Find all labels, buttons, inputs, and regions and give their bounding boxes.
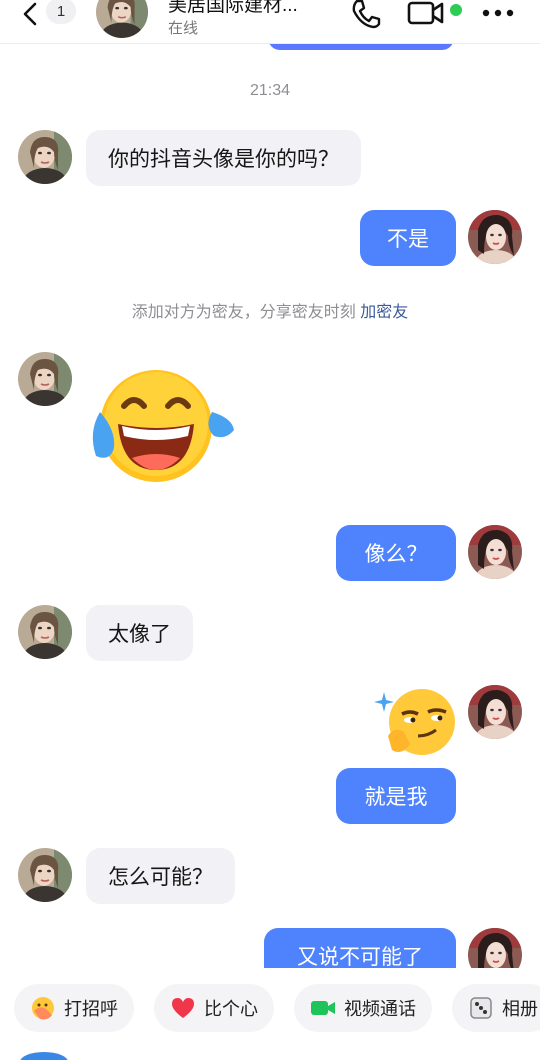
chat-area[interactable]: 21:34 你的抖音头像是你的吗？ 不是 添加对方为密友，分享密友时刻 加密友 …: [0, 0, 540, 968]
say-hi-chip[interactable]: 打招呼: [14, 984, 134, 1032]
send-heart-chip[interactable]: 比个心: [154, 984, 274, 1032]
outgoing-message[interactable]: 像么？: [336, 525, 456, 581]
heart-icon: [170, 995, 196, 1021]
more-dots-icon: [482, 9, 514, 17]
online-status: 在线: [168, 20, 199, 37]
video-call-button[interactable]: [406, 0, 446, 30]
chip-label: 视频通话: [344, 999, 416, 1019]
contact-avatar[interactable]: [18, 848, 72, 902]
video-call-chip[interactable]: 视频通话: [294, 984, 432, 1032]
incoming-message[interactable]: 怎么可能？: [86, 848, 235, 904]
incoming-message[interactable]: 太像了: [86, 605, 193, 661]
outgoing-message[interactable]: 就是我: [336, 768, 456, 824]
chip-label: 比个心: [204, 999, 258, 1019]
chip-label: 相册: [502, 999, 538, 1019]
timestamp: 21:34: [249, 82, 291, 99]
add-close-friend-link[interactable]: 加密友: [360, 304, 408, 321]
dice-icon: [468, 995, 494, 1021]
smug-thinking-emoji[interactable]: [374, 686, 460, 763]
my-avatar[interactable]: [468, 928, 522, 968]
phone-icon: [352, 0, 381, 29]
input-bar-edge: [20, 1052, 68, 1060]
outgoing-message[interactable]: 又说不可能了: [264, 928, 456, 968]
quick-actions-bar: 打招呼 比个心 视频通话 相册: [0, 984, 540, 1040]
more-button[interactable]: [478, 0, 518, 30]
chip-label: 打招呼: [64, 999, 118, 1019]
voice-call-button[interactable]: [346, 0, 386, 30]
video-camera-icon: [407, 1, 444, 25]
contact-avatar[interactable]: [18, 130, 72, 184]
my-avatar[interactable]: [468, 685, 522, 739]
contact-avatar[interactable]: [18, 605, 72, 659]
incoming-message[interactable]: 你的抖音头像是你的吗？: [86, 130, 361, 186]
my-avatar[interactable]: [468, 210, 522, 264]
video-call-icon: [310, 995, 336, 1021]
outgoing-message[interactable]: 不是: [360, 210, 456, 266]
contact-avatar[interactable]: [18, 352, 72, 406]
back-chevron-icon: [23, 2, 37, 26]
wave-emoji-icon: [30, 995, 56, 1021]
friend-suggestion-notice: 添加对方为密友，分享密友时刻 加密友: [0, 298, 540, 322]
system-text: 添加对方为密友，分享密友时刻: [131, 304, 356, 321]
laughing-tears-emoji[interactable]: [86, 366, 236, 491]
unread-count-badge: 1: [46, 0, 76, 24]
my-avatar[interactable]: [468, 525, 522, 579]
album-chip[interactable]: 相册: [452, 984, 540, 1032]
online-indicator: [450, 4, 462, 16]
contact-name[interactable]: 美居国际建材...: [168, 0, 298, 17]
chat-header: 1 美居国际建材... 在线: [0, 0, 540, 44]
header-avatar[interactable]: [96, 0, 148, 38]
